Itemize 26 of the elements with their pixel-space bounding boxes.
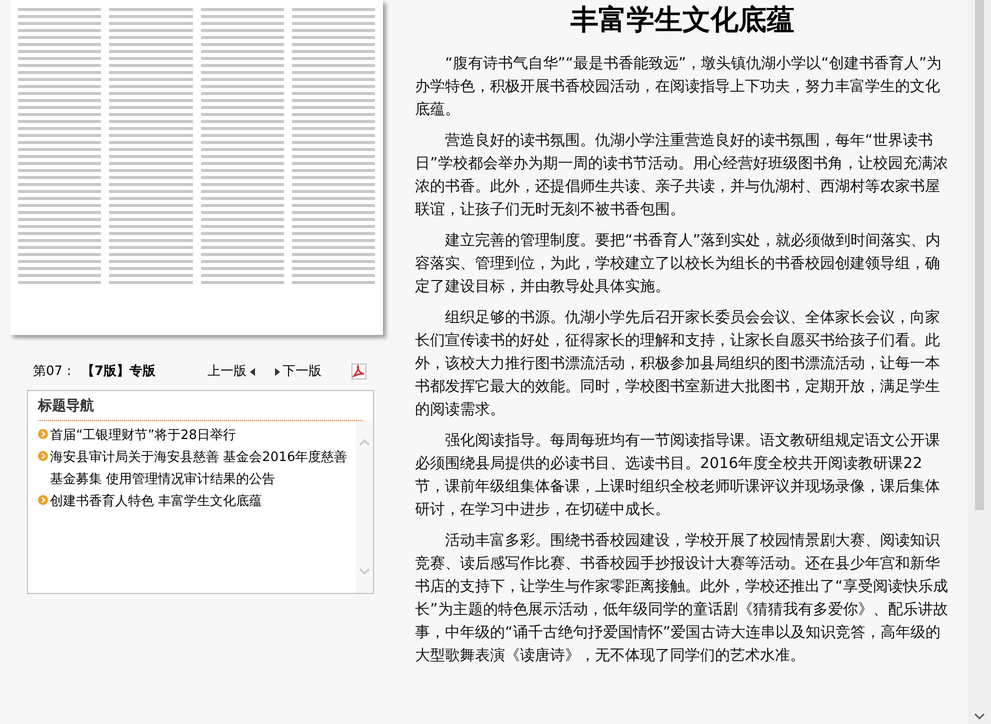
next-edition-link[interactable]: 下一版 <box>274 362 322 382</box>
previous-edition-link[interactable]: 上一版 <box>208 362 255 382</box>
chevron-up-icon[interactable] <box>359 438 370 446</box>
scrollbar-thumb[interactable] <box>975 0 984 510</box>
article-paragraph: 活动丰富多彩。围绕书香校园建设，学校开展了校园情景剧大赛、阅读知识竞赛、读后感写作比赛、书香校园手抄报设计大赛等活动。还在县少年宫和新华书店的支持下，让学生与作家零距离接触。此外，学校还推出了“享受阅读快乐成长”为主题的特色展示活动，低年级同学的童话剧《猜猜我有多爱你》、配乐讲故事，中年级的“诵千古绝句抒爱国情怀”爱国古诗大连串以及知识竞答，高年级的大型歌舞表演《读唐诗》，无不体现了同学们的艺术水准。 <box>415 530 949 666</box>
triangle-right-icon <box>274 368 280 376</box>
page-number-label: 第07： <box>33 363 76 381</box>
article-paragraph: 强化阅读指导。每周每班均有一节阅读指导课。语文教研组规定语文公开课必须围绕县局提供的必读书目、选读书目。2016年度全校共开阅读教研课22节，课前年级组集体备课，上课时组织全校老师听课评议并现场录像，课后集体研讨，在学习中进步，在切磋中成长。 <box>415 430 941 520</box>
bullet-icon <box>38 428 48 438</box>
article-title: 丰富学生文化底蕴 <box>570 2 796 38</box>
headline-link[interactable]: 首届“工银理财节”将于28日举行 <box>50 424 236 446</box>
page-scrollbar[interactable] <box>968 0 991 724</box>
headline-link[interactable]: 创建书香育人特色 丰富学生文化底蕴 <box>50 490 262 512</box>
article-paragraph: 组织足够的书源。仇湖小学先后召开家长委员会会议、全体家长会议，向家长们宣传读书的好处，征得家长的理解和支持，让家长自愿买书给孩子们看。此外，该校大力推行图书漂流活动，积极参加县局组织的图书漂流活动，让每一本书都发挥它最大的效能。同时，学校图书室新进大批图书，定期开放，满足学生的阅读需求。 <box>415 307 941 420</box>
bullet-icon <box>38 450 48 460</box>
triangle-left-icon <box>250 368 255 376</box>
headline-link[interactable]: 海安县审计局关于海安县慈善 基金会2016年度慈善基金募集 使用管理情况审计结果的公告 <box>50 446 356 490</box>
panel-heading: 标题导航 <box>36 396 95 416</box>
article-paragraph: “腹有诗书气自华”“最是书香能致远”，墩头镇仇湖小学以“创建书香育人”为办学特色，积极开展书香校园活动，在阅读指导上下功夫，努力丰富学生的文化底蕴。 <box>415 53 943 120</box>
chevron-down-icon[interactable] <box>974 713 985 720</box>
scrollbar[interactable] <box>356 420 373 592</box>
article-paragraph: 营造良好的读书氛围。仇湖小学注重营造良好的读书氛围，每年“世界读书日”学校都会举办为期一周的读书节活动。用心经营好班级图书角，让校园充满浓浓的书香。此外，还提倡师生共读、亲子共读，并与仇湖村、西湖村等农家书屋联谊，让孩子们无时无刻不被书香包围。 <box>415 130 949 220</box>
edition-label: 【7版】专版 <box>82 363 156 381</box>
article-paragraph: 建立完善的管理制度。要把“书香育人”落到实处，就必须做到时间落实、内容落实、管理到位，为此，学校建立了以校长为组长的书香校园创建领导组，确定了建设目标，并由教导处具体实施。 <box>415 230 942 297</box>
bullet-icon <box>38 494 48 504</box>
pdf-icon[interactable] <box>351 363 367 380</box>
